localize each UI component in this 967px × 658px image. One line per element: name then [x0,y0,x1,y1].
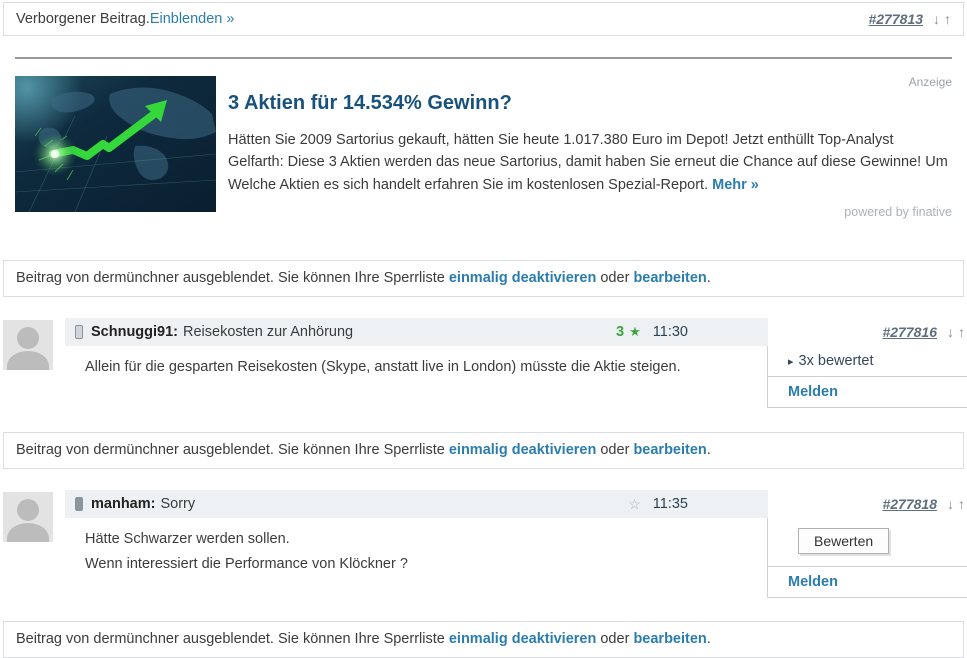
post-time: 11:35 [652,496,688,513]
rated-label: 3x bewertet [798,353,874,370]
show-post-link[interactable]: Einblenden » [150,11,235,27]
mobile-icon [75,325,83,340]
up-arrow-icon[interactable]: ↑ [958,324,965,340]
post-nav-arrows: ↓ ↑ [929,11,951,27]
caret-right-icon: ▸ [788,356,794,369]
edit-blocklist-link[interactable]: bearbeiten [633,442,706,458]
post-time: 11:30 [652,324,688,341]
down-arrow-icon[interactable]: ↓ [947,496,954,512]
post-body: Allein für die gesparten Reisekosten (Sk… [65,346,768,409]
post-body: Hätte Schwarzer werden sollen. Wenn inte… [65,518,768,599]
deactivate-blocklist-link[interactable]: einmalig deaktivieren [449,442,596,458]
post-id-link[interactable]: #277818 [882,496,937,512]
post-meta: ☆ 11:35 [628,496,758,513]
blocked-text: Beitrag von dermünchner ausgeblendet. Si… [16,442,449,459]
ad-title[interactable]: 3 Aktien für 14.534% Gewinn? [228,92,952,115]
ad-stock-chart-image[interactable] [15,76,216,212]
mobile-icon [75,497,83,512]
post-meta: 3 ★ 11:30 [616,324,758,340]
blocked-text: Beitrag von dermünchner ausgeblendet. Si… [16,270,449,287]
post-nav-arrows: ↓ ↑ [943,496,965,512]
post-id-link[interactable]: #277813 [868,11,923,27]
post-body-line: Hätte Schwarzer werden sollen. [85,531,290,548]
post-header-bar: manham: Sorry ☆ 11:35 [65,490,768,519]
advertisement: Anzeige 3 Aktien für 14.534% Gewinn? Hät… [0,59,967,219]
blocked-post-bar: Beitrag von dermünchner ausgeblendet. Si… [3,260,964,298]
forum-post-277816: Schnuggi91: Reisekosten zur Anhörung 3 ★… [0,318,967,409]
post-main: Allein für die gesparten Reisekosten (Sk… [65,346,967,409]
post-nav-arrows: ↓ ↑ [943,324,965,340]
up-arrow-icon[interactable]: ↑ [944,11,951,27]
rated-row[interactable]: ▸ 3x bewertet [768,346,967,378]
report-link[interactable]: Melden [788,574,838,590]
post-header-bar: Schnuggi91: Reisekosten zur Anhörung 3 ★… [65,318,768,347]
blocked-connector: oder [596,442,634,459]
rate-row: Bewerten [768,518,967,568]
post-body-line: Wenn interessiert die Performance von Kl… [85,555,408,572]
post-id-link[interactable]: #277816 [882,324,937,340]
hidden-post-text: Verborgener Beitrag. [16,11,150,27]
post-id-zone: #277818 ↓ ↑ [768,490,967,519]
star-outline-icon[interactable]: ☆ [628,496,641,513]
ad-body-text: Hätten Sie 2009 Sartorius gekauft, hätte… [228,132,948,193]
post-actions: Bewerten Melden [768,518,967,599]
blocked-period: . [706,270,711,287]
post-main: Hätte Schwarzer werden sollen. Wenn inte… [65,518,967,599]
deactivate-blocklist-link[interactable]: einmalig deaktivieren [449,270,596,286]
star-icon[interactable]: ★ [629,324,641,340]
blocked-post-bar: Beitrag von dermünchner ausgeblendet. Si… [3,621,964,658]
ad-body: Hätten Sie 2009 Sartorius gekauft, hätte… [228,129,952,196]
post-author[interactable]: Schnuggi91: [91,324,178,340]
post-header: manham: Sorry ☆ 11:35 #277818 ↓ ↑ [65,490,967,519]
ad-label: Anzeige [908,75,952,89]
blocked-connector: oder [596,631,634,648]
report-link[interactable]: Melden [788,384,838,400]
post-body-line: Allein für die gesparten Reisekosten (Sk… [85,359,681,376]
avatar[interactable] [3,320,53,371]
post-title: Sorry [160,496,196,513]
blocked-period: . [706,442,711,459]
down-arrow-icon[interactable]: ↓ [947,324,954,340]
edit-blocklist-link[interactable]: bearbeiten [633,631,706,647]
avatar[interactable] [3,492,53,543]
post-actions: ▸ 3x bewertet Melden [768,346,967,409]
forum-post-277818: manham: Sorry ☆ 11:35 #277818 ↓ ↑ Hätte S… [0,490,967,599]
report-row: Melden [768,567,967,599]
down-arrow-icon[interactable]: ↓ [933,11,940,27]
blocked-period: . [706,631,711,648]
up-arrow-icon[interactable]: ↑ [958,496,965,512]
post-author[interactable]: manham: [91,496,155,512]
blocked-connector: oder [596,270,634,287]
ad-powered-by: powered by finative [844,205,952,220]
post-title: Reisekosten zur Anhörung [183,324,354,341]
ad-more-link[interactable]: Mehr » [712,177,759,193]
hidden-post-bar: Verborgener Beitrag. Einblenden » #27781… [3,2,964,36]
ad-text-column: Anzeige 3 Aktien für 14.534% Gewinn? Hät… [216,76,952,219]
edit-blocklist-link[interactable]: bearbeiten [633,270,706,286]
post-id-zone: #277816 ↓ ↑ [768,318,967,347]
post-header: Schnuggi91: Reisekosten zur Anhörung 3 ★… [65,318,967,347]
rate-button[interactable]: Bewerten [798,528,890,555]
deactivate-blocklist-link[interactable]: einmalig deaktivieren [449,631,596,647]
blocked-post-bar: Beitrag von dermünchner ausgeblendet. Si… [3,432,964,470]
blocked-text: Beitrag von dermünchner ausgeblendet. Si… [16,631,449,648]
report-row: Melden [768,377,967,409]
rating-count: 3 [616,324,625,341]
